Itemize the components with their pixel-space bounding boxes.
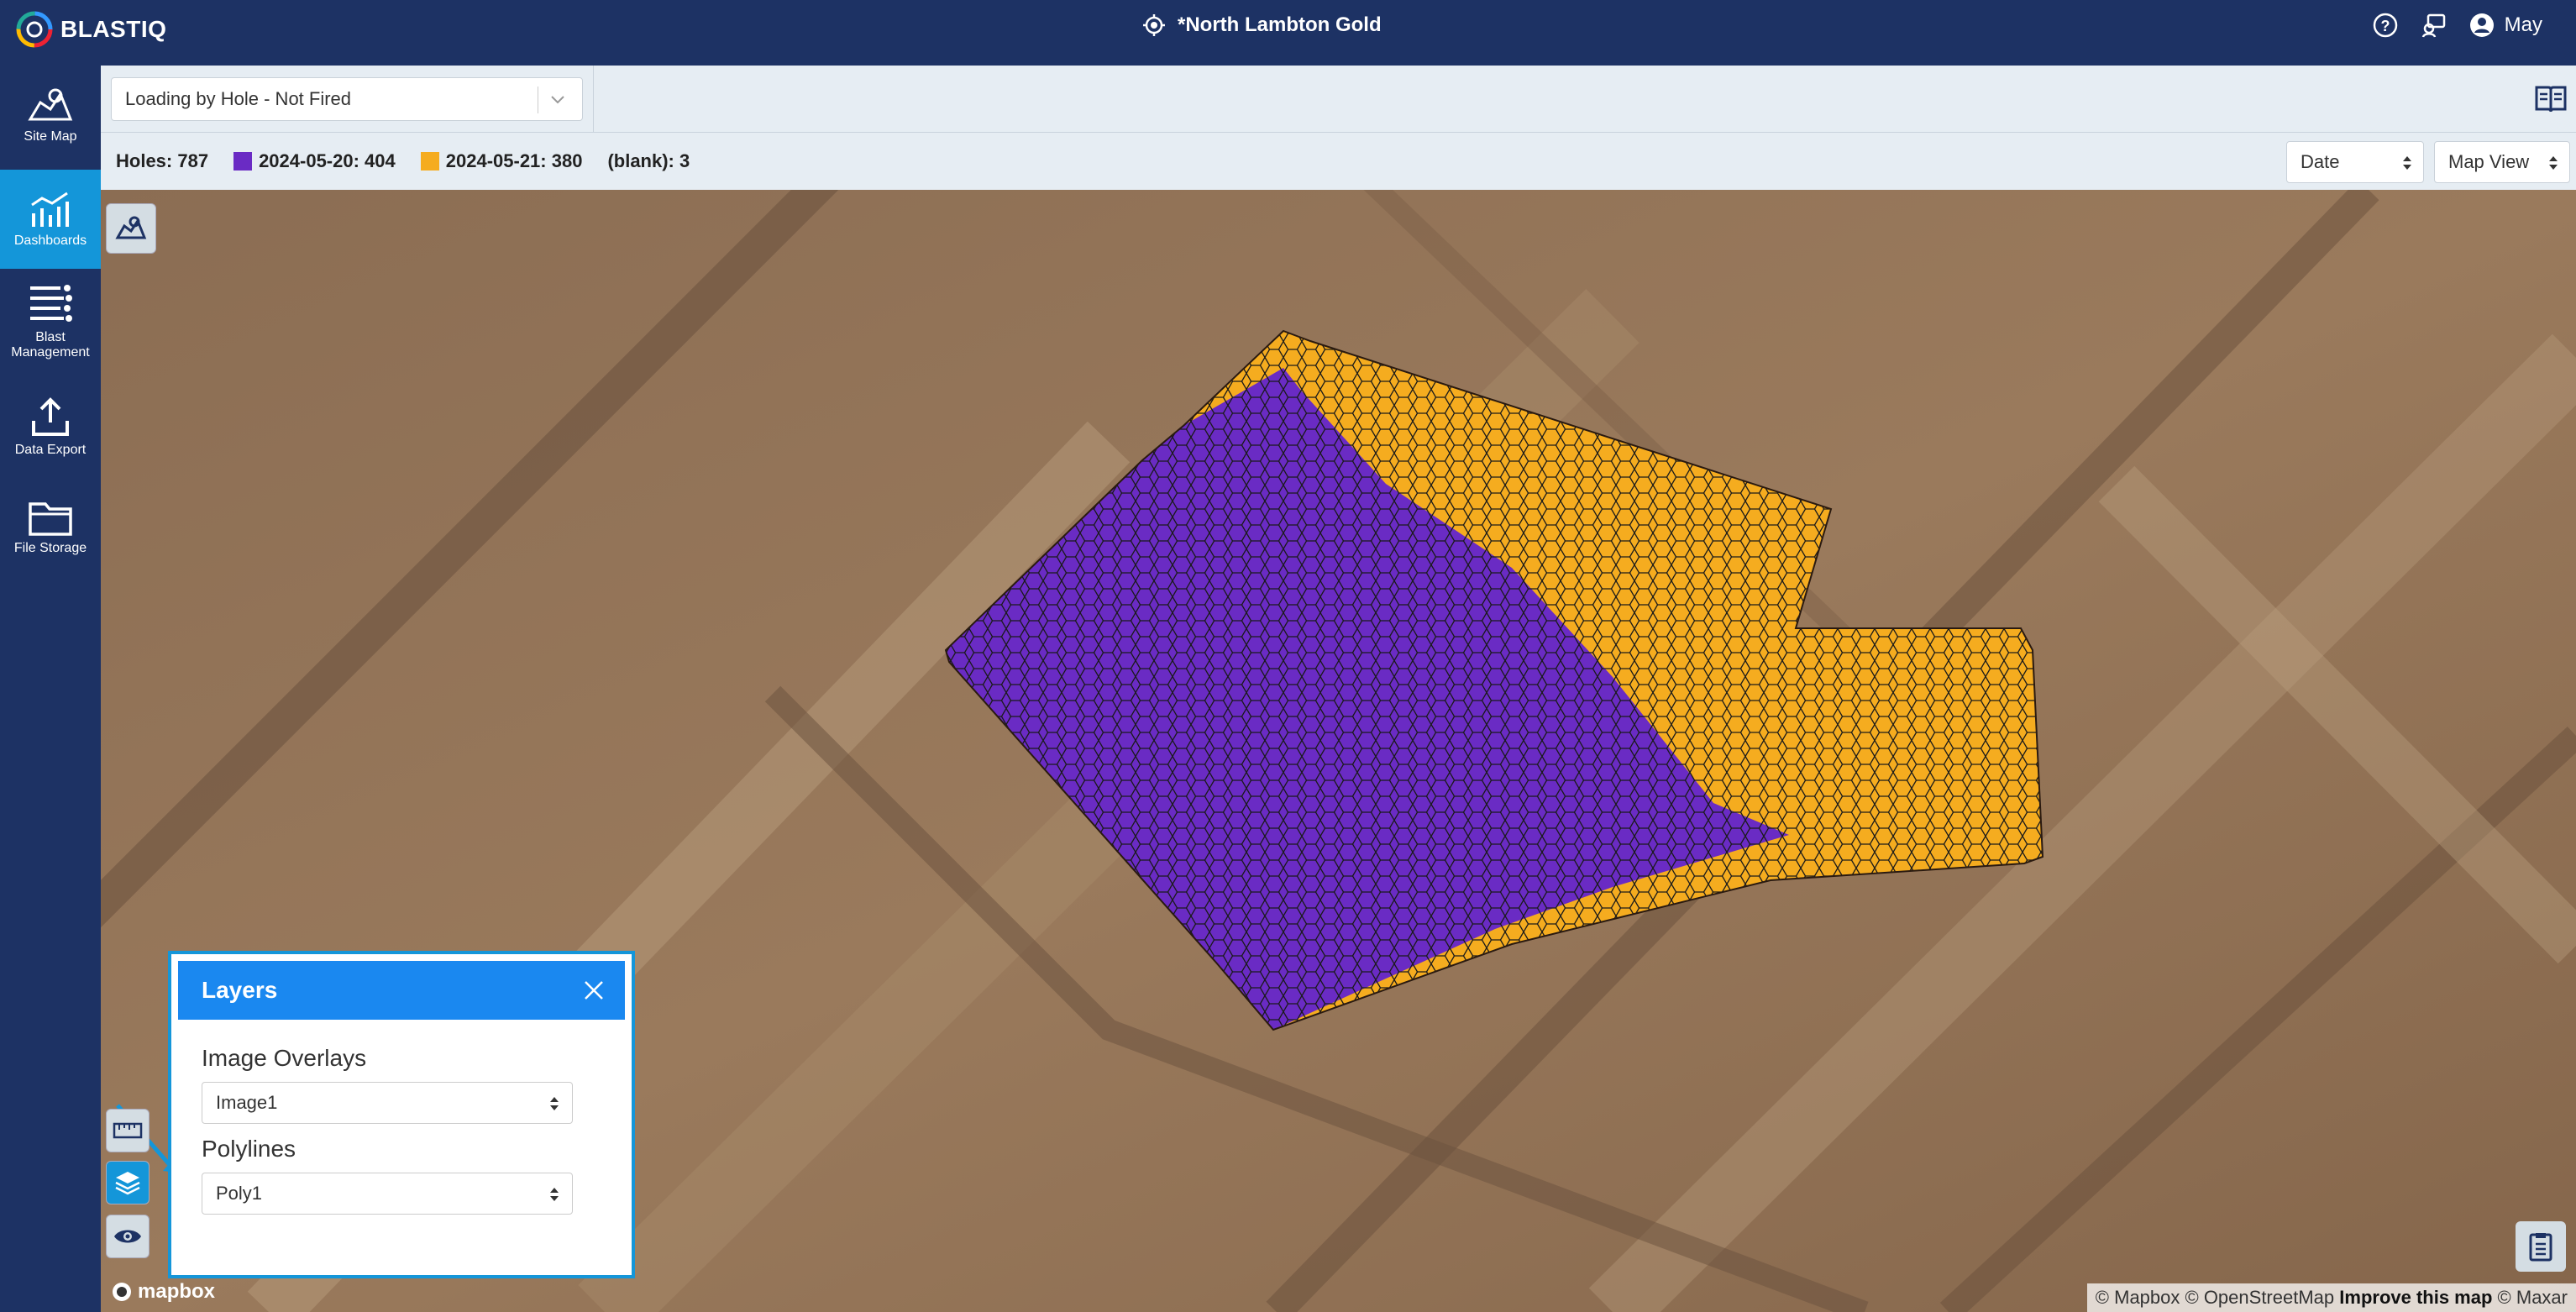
folder-icon: [29, 502, 72, 536]
image-overlays-label: Image Overlays: [202, 1045, 367, 1071]
layers-panel-header: Layers: [178, 961, 625, 1020]
toolbar-separator: [593, 66, 594, 133]
select-arrows-icon: [2549, 156, 2558, 170]
book-icon[interactable]: [2534, 84, 2568, 114]
close-icon[interactable]: [583, 979, 605, 1001]
layers-panel-title: Layers: [202, 977, 278, 1003]
nav-blast-management[interactable]: Blast Management: [0, 272, 101, 371]
location-target-icon: [1143, 14, 1165, 36]
map-style-icon: [115, 216, 147, 239]
blast-management-icon: [30, 285, 72, 322]
improve-map-link[interactable]: Improve this map: [2339, 1287, 2492, 1308]
top-bar: BLASTIQ *North Lambton Gold ? May: [0, 0, 2576, 66]
polylines-select[interactable]: Poly1: [202, 1173, 573, 1215]
date-select[interactable]: Date: [2286, 141, 2424, 183]
mapbox-logo-text: mapbox: [138, 1280, 216, 1303]
legend-item-2024-05-21[interactable]: 2024-05-21: 380: [420, 150, 583, 172]
map-view-select[interactable]: Map View: [2434, 141, 2570, 183]
legend-label: 2024-05-20: 404: [259, 150, 396, 171]
chevron-down-icon: [551, 96, 564, 104]
user-menu[interactable]: May: [2469, 13, 2542, 38]
attribution-maxar[interactable]: © Maxar: [2498, 1287, 2568, 1308]
legend-item-blank[interactable]: (blank): 3: [607, 150, 690, 172]
nav-dashboards[interactable]: Dashboards: [0, 170, 101, 269]
legend-swatch-orange: [420, 152, 439, 171]
blastiq-logo-icon: [16, 11, 53, 48]
select-arrows-icon: [2403, 156, 2411, 170]
site-selector[interactable]: *North Lambton Gold: [1142, 13, 1382, 37]
app-logo[interactable]: BLASTIQ: [15, 10, 166, 49]
date-select-value: Date: [2301, 151, 2340, 172]
nav-file-storage[interactable]: File Storage: [0, 477, 101, 576]
logo-text: BLASTIQ: [60, 16, 167, 42]
layers-button[interactable]: [106, 1161, 150, 1204]
attribution-mapbox-osm[interactable]: © Mapbox © OpenStreetMap: [2096, 1287, 2334, 1308]
legend-swatch-purple: [233, 152, 253, 171]
dashboard-view-select[interactable]: Loading by Hole - Not Fired: [111, 77, 583, 121]
holes-count: Holes: 787: [116, 150, 209, 171]
upload-export-icon: [32, 397, 69, 436]
nav-label: Dashboards: [13, 234, 87, 248]
nav-label: Data Export: [14, 443, 87, 457]
eye-icon: [114, 1230, 141, 1243]
mapbox-logo-icon: [113, 1283, 131, 1301]
image-overlays-select[interactable]: Image1: [202, 1082, 573, 1124]
clipboard-icon: [2529, 1233, 2552, 1262]
map-style-button[interactable]: [106, 203, 156, 254]
site-title: *North Lambton Gold: [1178, 13, 1382, 36]
svg-text:?: ?: [2380, 18, 2390, 34]
notes-button[interactable]: [2516, 1221, 2566, 1272]
map-canvas[interactable]: Layers Image Overlays Image1 Polylines P…: [101, 190, 2576, 1312]
map-view-value: Map View: [2448, 151, 2530, 172]
polylines-value: Poly1: [216, 1183, 263, 1204]
dashboard-view-value: Loading by Hole - Not Fired: [125, 88, 352, 109]
site-map-icon: [28, 88, 73, 121]
legend-label: 2024-05-21: 380: [445, 150, 583, 171]
nav-data-export[interactable]: Data Export: [0, 378, 101, 477]
select-arrows-icon: [550, 1188, 559, 1201]
polylines-label: Polylines: [202, 1136, 296, 1162]
measure-tool-button[interactable]: [106, 1109, 150, 1152]
layers-panel: Layers Image Overlays Image1 Polylines P…: [168, 951, 635, 1278]
select-arrows-icon: [550, 1097, 559, 1110]
user-name: May: [2504, 13, 2542, 36]
dashboards-chart-icon: [31, 192, 69, 227]
mapbox-logo[interactable]: mapbox: [111, 1280, 215, 1304]
nav-label: File Storage: [13, 541, 87, 555]
nav-label: Blast Management: [11, 330, 90, 359]
layers-icon: [115, 1172, 140, 1195]
map-attribution: © Mapbox © OpenStreetMap Improve this ma…: [2086, 1283, 2576, 1312]
visibility-button[interactable]: [106, 1215, 150, 1258]
support-chat-icon[interactable]: [2421, 12, 2447, 39]
nav-label: Site Map: [24, 129, 77, 144]
help-icon[interactable]: ?: [2372, 12, 2399, 39]
user-avatar-icon: [2469, 13, 2494, 37]
nav-site-map[interactable]: Site Map: [0, 66, 101, 165]
toolbar: Loading by Hole - Not Fired: [101, 66, 2576, 133]
ruler-icon: [113, 1122, 143, 1139]
legend-item-2024-05-20[interactable]: 2024-05-20: 404: [233, 150, 396, 172]
image-overlays-value: Image1: [216, 1092, 278, 1113]
legend-bar: Holes: 787 2024-05-20: 404 2024-05-21: 3…: [101, 133, 2576, 190]
sidebar: Site Map Dashboards Blast Management Dat…: [0, 66, 101, 1312]
